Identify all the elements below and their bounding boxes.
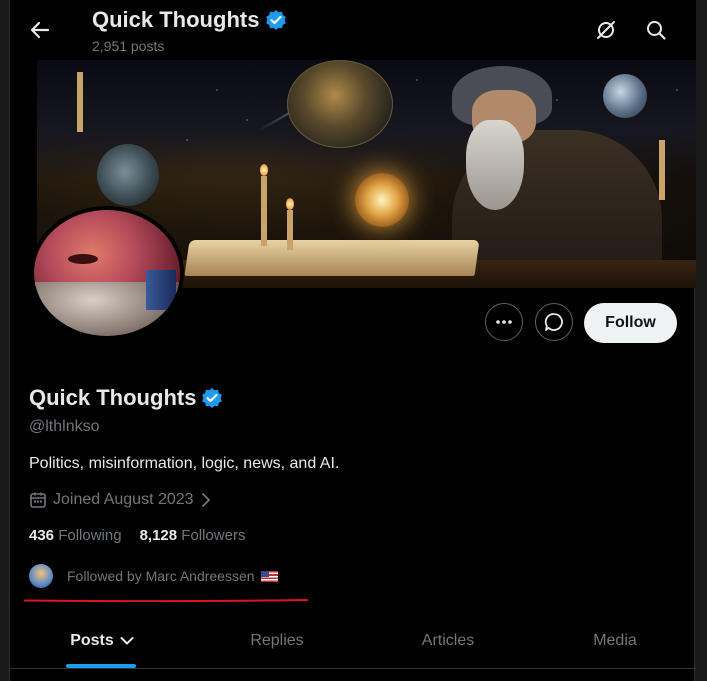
calendar-icon — [30, 492, 46, 508]
profile-avatar[interactable] — [30, 206, 190, 340]
profile-stats: 436 Following 8,128 Followers — [29, 527, 245, 544]
banner-orb-left — [97, 144, 159, 206]
window-frame-right — [695, 0, 707, 681]
grok-icon — [597, 21, 615, 39]
follower-avatar — [29, 564, 53, 588]
profile-header: Quick Thoughts 2,951 posts — [10, 0, 696, 60]
wizard-beard — [466, 120, 524, 210]
following-link[interactable]: 436 Following — [29, 527, 122, 544]
header-title: Quick Thoughts — [92, 7, 287, 33]
profile-joined[interactable]: Joined August 2023 — [29, 491, 212, 509]
message-icon — [544, 313, 563, 331]
us-flag-icon — [260, 570, 278, 582]
chevron-right-icon — [201, 493, 210, 507]
tab-posts-label: Posts — [70, 632, 114, 649]
profile-bio: Politics, misinformation, logic, news, a… — [29, 455, 340, 472]
search-button[interactable] — [640, 14, 672, 46]
profile-handle: @lthlnkso — [29, 418, 100, 435]
search-icon — [647, 21, 666, 40]
followers-link[interactable]: 8,128 Followers — [140, 527, 246, 544]
header-post-count: 2,951 posts — [92, 38, 165, 54]
header-title-text: Quick Thoughts — [92, 7, 260, 32]
banner-candle-flame — [286, 198, 294, 210]
profile-joined-text: Joined August 2023 — [53, 491, 194, 508]
banner-glowing-orb — [355, 173, 409, 227]
grok-button[interactable] — [590, 14, 622, 46]
followed-by[interactable]: Followed by Marc Andreessen — [29, 564, 278, 588]
tab-articles[interactable]: Articles — [378, 614, 518, 668]
follow-button[interactable]: Follow — [584, 303, 677, 343]
banner-book — [184, 240, 480, 276]
following-count: 436 — [29, 527, 55, 544]
verified-badge-icon — [266, 10, 287, 30]
avatar-image — [34, 210, 180, 336]
message-button[interactable] — [535, 303, 573, 341]
tab-posts[interactable]: Posts — [32, 614, 172, 668]
tab-media[interactable]: Media — [545, 614, 685, 668]
more-options-button[interactable] — [485, 303, 523, 341]
followers-label: Followers — [181, 527, 246, 544]
more-icon — [496, 320, 512, 324]
back-arrow-icon — [30, 21, 50, 39]
annotation-underline — [24, 599, 308, 602]
profile-name-text: Quick Thoughts — [29, 385, 197, 410]
banner-candle — [287, 210, 293, 250]
profile-name: Quick Thoughts — [29, 385, 223, 411]
verified-badge-icon[interactable] — [201, 387, 223, 409]
tab-replies[interactable]: Replies — [207, 614, 347, 668]
banner-candle-flame — [260, 164, 268, 176]
banner-candle — [77, 72, 83, 132]
profile-tabs: Posts Replies Articles Media — [10, 614, 696, 668]
banner-candle — [659, 140, 665, 200]
tabs-divider — [10, 668, 696, 669]
avatar-city — [146, 270, 176, 310]
avatar-eye — [68, 254, 98, 264]
following-label: Following — [58, 527, 122, 544]
profile-column: Quick Thoughts 2,951 posts Follow Quick … — [9, 0, 696, 681]
chevron-down-icon — [120, 637, 134, 645]
window-frame-left — [0, 0, 9, 681]
banner-orb-large — [287, 60, 393, 148]
banner-candle — [261, 176, 267, 246]
back-button[interactable] — [24, 14, 56, 46]
followers-count: 8,128 — [139, 527, 178, 544]
followed-by-text: Followed by Marc Andreessen — [67, 568, 255, 584]
